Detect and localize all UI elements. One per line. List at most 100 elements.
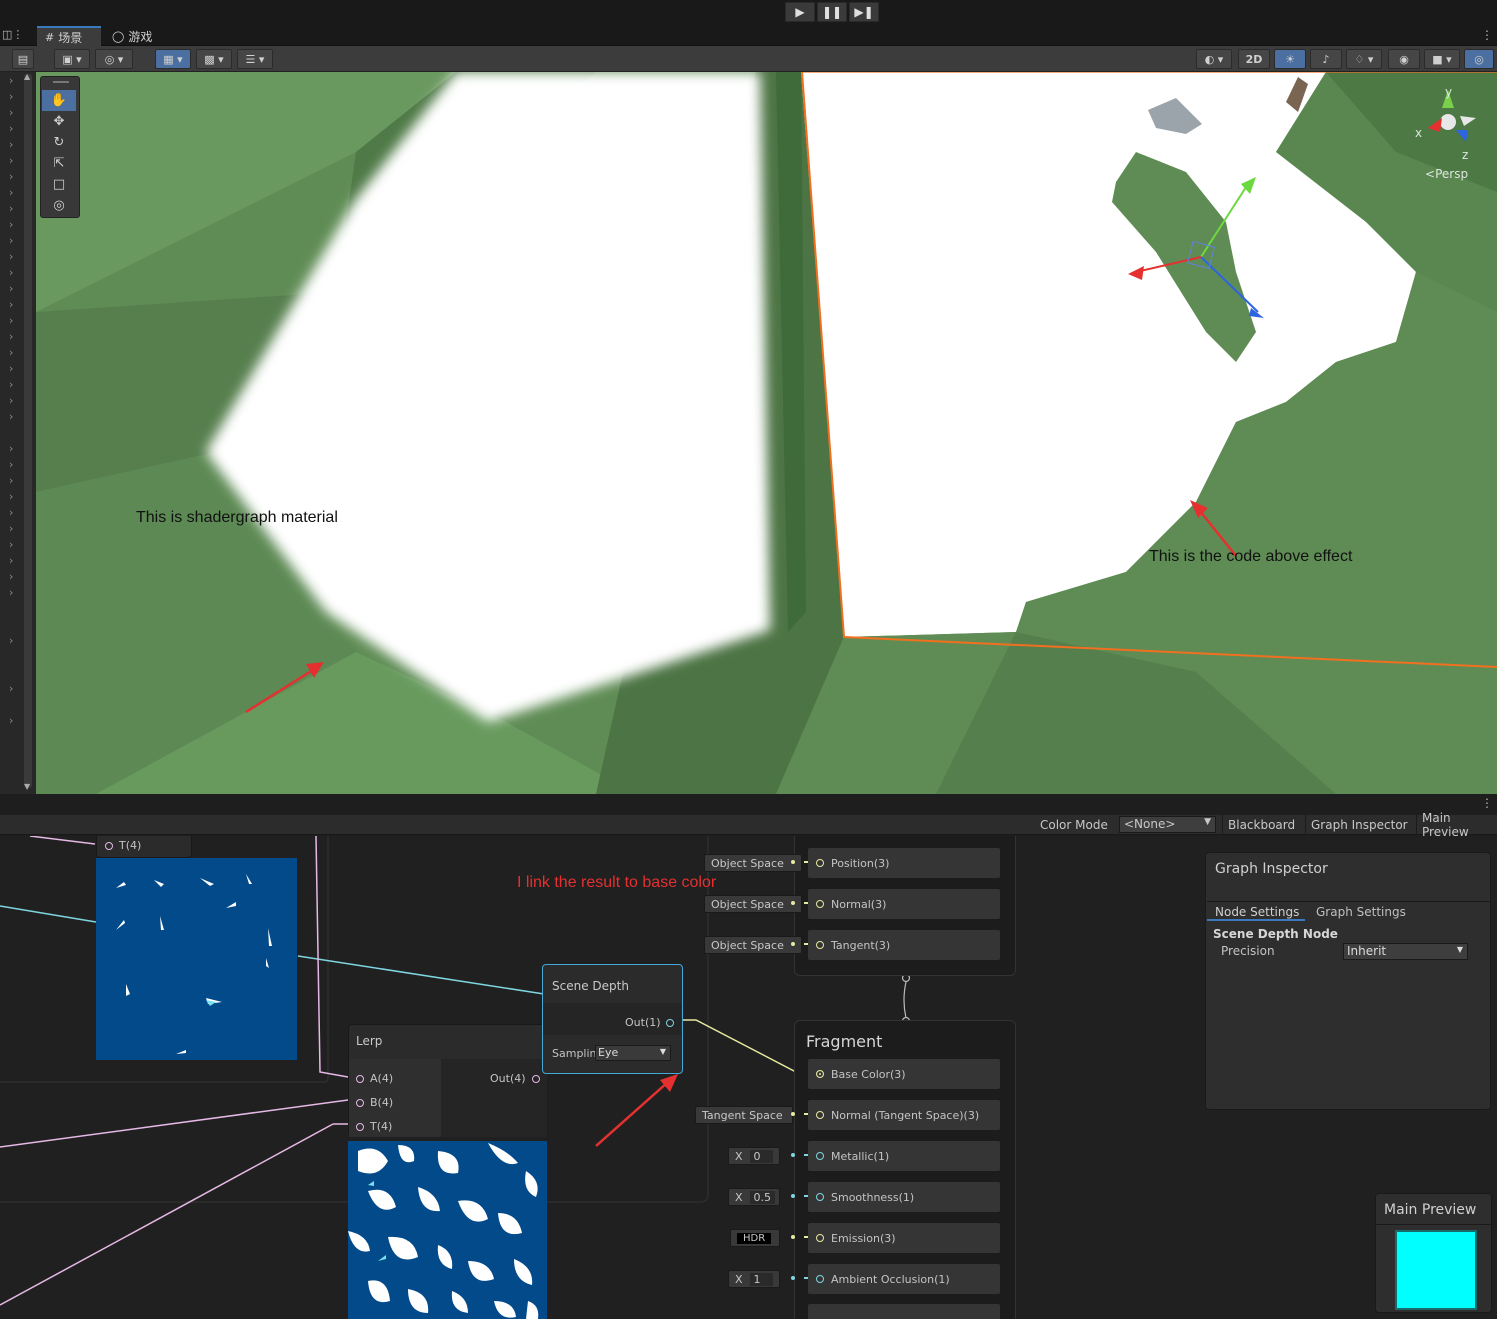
- chevron-right-icon[interactable]: ›: [9, 298, 13, 311]
- palette-grip[interactable]: [53, 81, 69, 83]
- chevron-right-icon[interactable]: ›: [9, 250, 13, 263]
- chevron-right-icon[interactable]: ›: [9, 474, 13, 487]
- chevron-right-icon[interactable]: ›: [9, 522, 13, 535]
- tab-node-settings[interactable]: Node Settings: [1207, 903, 1305, 921]
- fragment-port[interactable]: Emission(3): [808, 1223, 1000, 1253]
- chevron-right-icon[interactable]: ›: [9, 138, 13, 151]
- vertex-port[interactable]: Position(3): [808, 848, 1000, 878]
- color-mode-dropdown[interactable]: <None> ▼: [1119, 816, 1216, 833]
- vertex-port[interactable]: Normal(3): [808, 889, 1000, 919]
- chevron-right-icon[interactable]: ›: [9, 266, 13, 279]
- fragment-port[interactable]: Base Color(3): [808, 1059, 1000, 1089]
- chevron-right-icon[interactable]: ›: [9, 554, 13, 567]
- audio-toggle[interactable]: ♪: [1310, 49, 1342, 69]
- chevron-right-icon[interactable]: ›: [9, 74, 13, 87]
- snap-increment-dropdown[interactable]: ▩ ▾: [196, 49, 232, 69]
- lock-icon[interactable]: ◫⋮: [2, 28, 23, 41]
- chevron-right-icon[interactable]: ›: [9, 714, 13, 727]
- draw-mode-dropdown[interactable]: ▣ ▾: [54, 49, 90, 69]
- vertex-space-chip[interactable]: Object Space: [704, 936, 802, 954]
- chevron-right-icon[interactable]: ›: [9, 202, 13, 215]
- camera-dropdown[interactable]: ■ ▾: [1424, 49, 1460, 69]
- chevron-right-icon[interactable]: ›: [9, 634, 13, 647]
- fragment-space-chip[interactable]: Tangent Space: [695, 1106, 793, 1124]
- layers-icon[interactable]: ▤: [12, 49, 34, 69]
- chevron-right-icon[interactable]: ›: [9, 170, 13, 183]
- chevron-right-icon[interactable]: ›: [9, 378, 13, 391]
- fragment-value-field[interactable]: X0: [728, 1147, 780, 1165]
- chevron-right-icon[interactable]: ›: [9, 458, 13, 471]
- effects-dropdown[interactable]: ♢ ▾: [1346, 49, 1382, 69]
- scene-depth-node[interactable]: Scene Depth Out(1) Samplin Eye ▼: [542, 964, 683, 1074]
- rotate-tool-button[interactable]: ↻: [42, 132, 76, 153]
- chevron-right-icon[interactable]: ›: [9, 154, 13, 167]
- main-preview-swatch[interactable]: [1395, 1230, 1477, 1310]
- chevron-right-icon[interactable]: ›: [9, 682, 13, 695]
- chevron-right-icon[interactable]: ›: [9, 362, 13, 375]
- step-button[interactable]: ▶❚: [849, 2, 879, 22]
- lighting-toggle[interactable]: ☀: [1274, 49, 1306, 69]
- grid-snap-button[interactable]: ▦ ▾: [155, 49, 191, 69]
- scroll-down-icon[interactable]: ▼: [24, 782, 30, 791]
- emission-color-field[interactable]: HDR: [730, 1229, 780, 1247]
- chevron-right-icon[interactable]: ›: [9, 234, 13, 247]
- chevron-right-icon[interactable]: ›: [9, 282, 13, 295]
- transform-tool-button[interactable]: ◎: [42, 195, 76, 216]
- fragment-port[interactable]: Ambient Occlusion(1): [808, 1264, 1000, 1294]
- chevron-right-icon[interactable]: ›: [9, 106, 13, 119]
- tab-game[interactable]: ◯ 游戏: [104, 26, 164, 46]
- pause-button[interactable]: ❚❚: [817, 2, 847, 22]
- gizmos-dropdown[interactable]: ◎: [1464, 49, 1494, 69]
- chevron-right-icon[interactable]: ›: [9, 330, 13, 343]
- scale-tool-button[interactable]: ⇱: [42, 153, 76, 174]
- fragment-port[interactable]: Smoothness(1): [808, 1182, 1000, 1212]
- fragment-value-field[interactable]: X 0.5: [728, 1188, 780, 1206]
- shading-mode-dropdown[interactable]: ◐ ▾: [1196, 49, 1232, 69]
- chevron-right-icon[interactable]: ›: [9, 586, 13, 599]
- vertex-space-chip[interactable]: Object Space: [704, 854, 802, 872]
- persp-toggle[interactable]: <Persp: [1425, 167, 1468, 181]
- texture-node-top[interactable]: T(4): [96, 836, 192, 858]
- chevron-right-icon[interactable]: ›: [9, 90, 13, 103]
- scene-depth-port-out[interactable]: Out(1): [625, 1016, 674, 1029]
- blackboard-toggle[interactable]: Blackboard: [1222, 815, 1300, 835]
- chevron-right-icon[interactable]: ›: [9, 506, 13, 519]
- chevron-right-icon[interactable]: ›: [9, 346, 13, 359]
- scroll-up-icon[interactable]: ▲: [24, 72, 30, 81]
- sampling-dropdown[interactable]: Eye ▼: [595, 1045, 671, 1061]
- graph-inspector-toggle[interactable]: Graph Inspector: [1305, 815, 1413, 835]
- toggle-2d-button[interactable]: 2D: [1238, 49, 1270, 69]
- graph-more-menu-icon[interactable]: ⋮: [1481, 796, 1493, 810]
- texture-node-t-port[interactable]: T(4): [105, 839, 141, 852]
- vertex-space-chip[interactable]: Object Space: [704, 895, 802, 913]
- chevron-right-icon[interactable]: ›: [9, 570, 13, 583]
- lerp-port-out[interactable]: Out(4): [490, 1072, 540, 1085]
- rect-tool-button[interactable]: □: [42, 174, 76, 195]
- view-tool-button[interactable]: ✋: [42, 90, 76, 111]
- chevron-right-icon[interactable]: ›: [9, 122, 13, 135]
- ruler-dropdown[interactable]: ☰ ▾: [237, 49, 273, 69]
- pivot-global-dropdown[interactable]: ◎ ▾: [95, 49, 133, 69]
- precision-dropdown[interactable]: Inherit ▼: [1343, 943, 1468, 960]
- move-tool-button[interactable]: ✥: [42, 111, 76, 132]
- scene-viewport[interactable]: ✋ ✥ ↻ ⇱ □ ◎ This is shadergraph material…: [36, 72, 1497, 794]
- fragment-port[interactable]: Metallic(1): [808, 1141, 1000, 1171]
- tab-scene[interactable]: # 场景: [37, 26, 101, 46]
- main-preview-toggle[interactable]: Main Preview: [1416, 811, 1497, 839]
- lerp-port-b[interactable]: B(4): [356, 1096, 393, 1109]
- chevron-right-icon[interactable]: ›: [9, 442, 13, 455]
- play-button[interactable]: ▶: [785, 2, 815, 22]
- lerp-node[interactable]: Lerp A(4) B(4) T(4) Out(4): [348, 1024, 547, 1137]
- fragment-port[interactable]: Normal (Tangent Space)(3): [808, 1100, 1000, 1130]
- shader-graph-canvas[interactable]: T(4) Lerp A(4) B(4) T(4) Out(4) I link t…: [0, 836, 1497, 1319]
- chevron-right-icon[interactable]: ›: [9, 394, 13, 407]
- chevron-right-icon[interactable]: ›: [9, 538, 13, 551]
- hidden-objects-toggle[interactable]: ◉: [1388, 49, 1420, 69]
- fragment-value-field[interactable]: X1: [728, 1270, 780, 1288]
- chevron-right-icon[interactable]: ›: [9, 314, 13, 327]
- chevron-right-icon[interactable]: ›: [9, 218, 13, 231]
- chevron-right-icon[interactable]: ›: [9, 490, 13, 503]
- more-menu-icon[interactable]: ⋮: [1481, 28, 1493, 42]
- tab-graph-settings[interactable]: Graph Settings: [1316, 905, 1406, 919]
- panel-divider[interactable]: ⋮: [0, 794, 1497, 815]
